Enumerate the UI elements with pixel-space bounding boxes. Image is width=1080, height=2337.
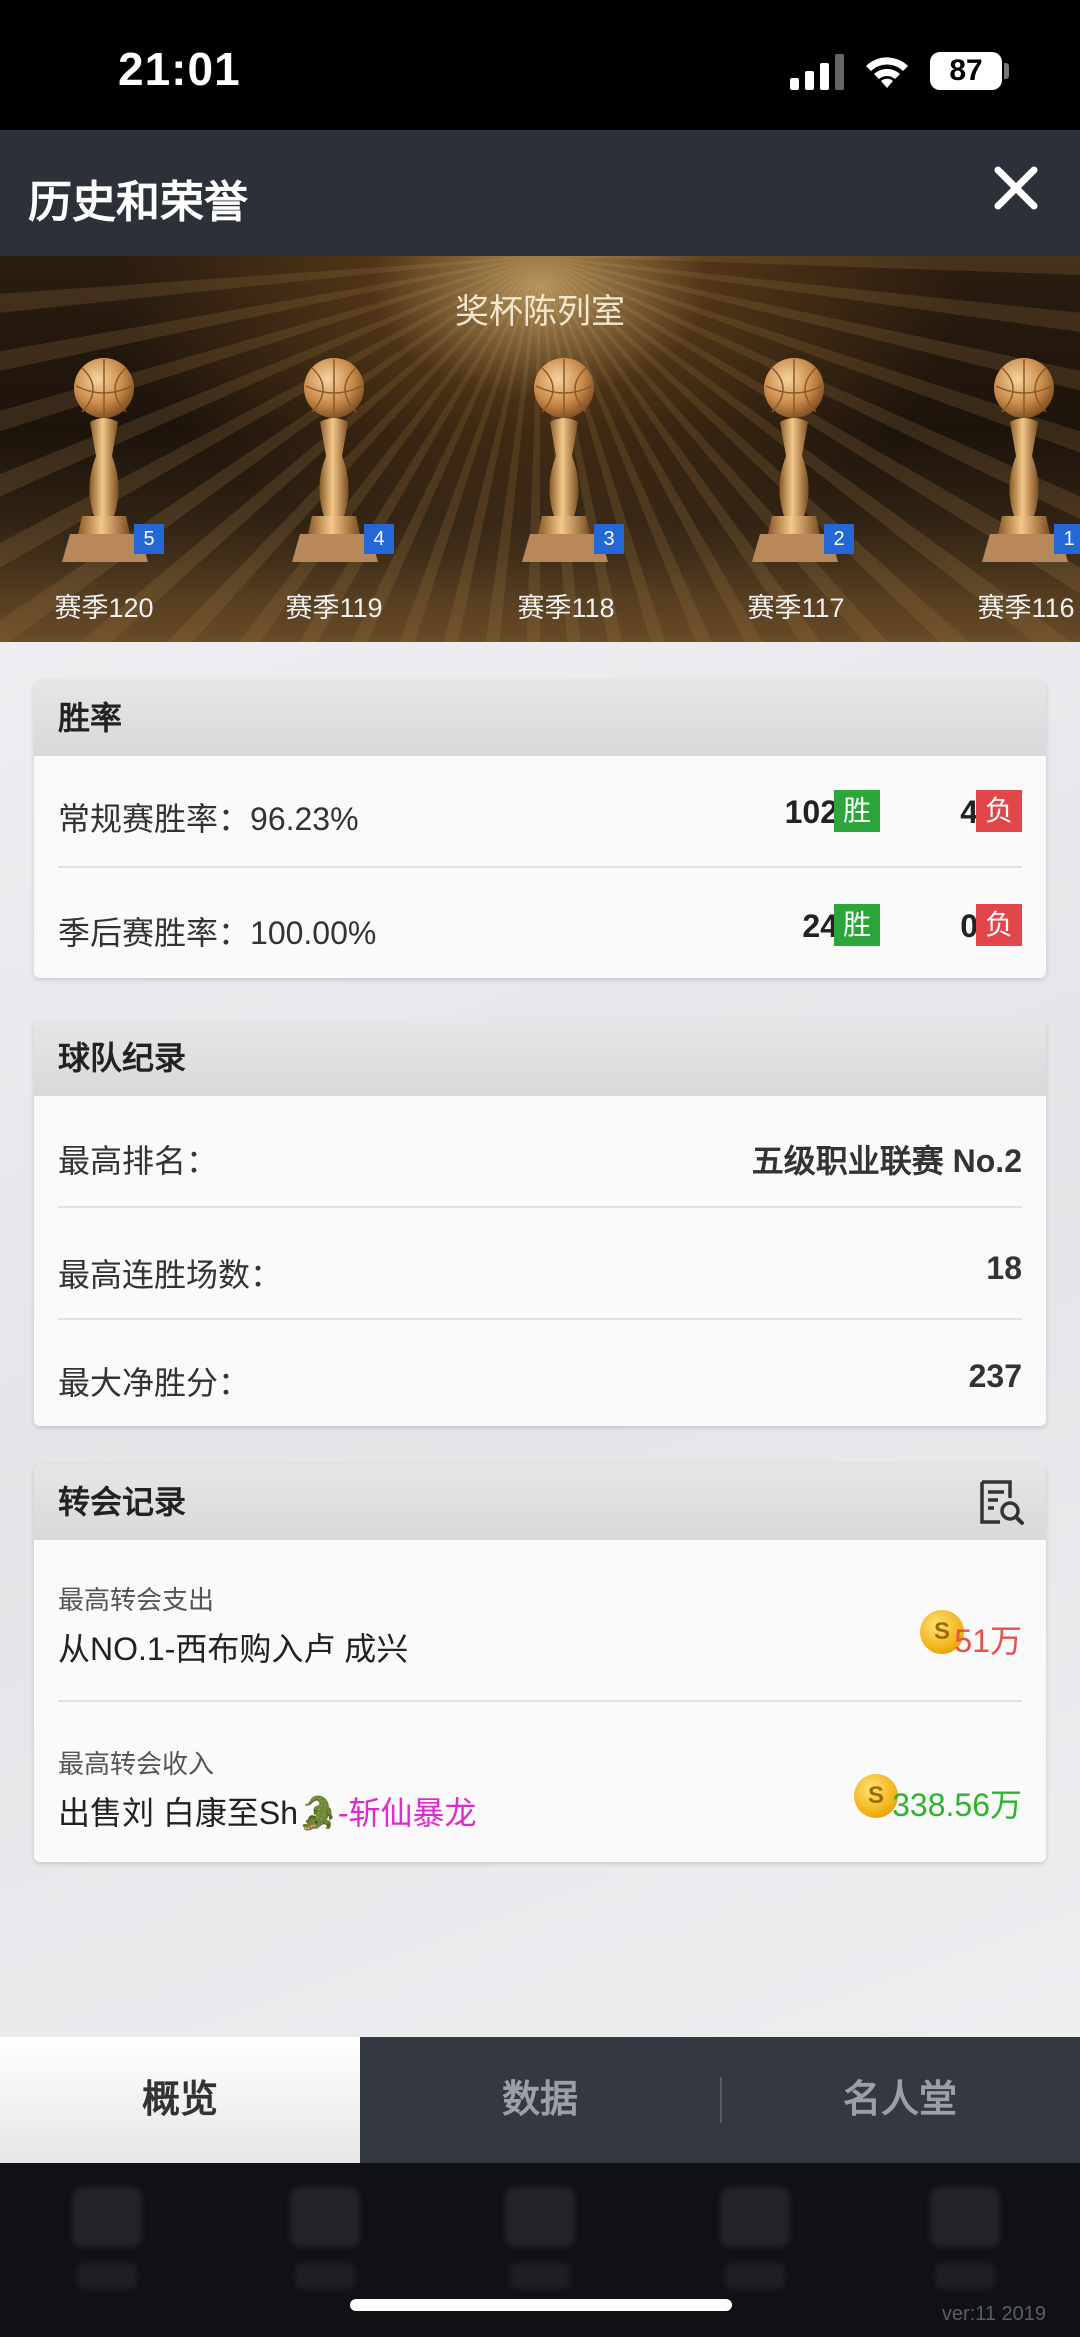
close-icon[interactable] <box>986 158 1046 218</box>
regular-wins: 102 <box>784 794 838 830</box>
overview-content: 胜率 常规赛胜率：96.23% 102 胜 4 负 季后赛胜率：100.00% … <box>0 642 1080 2037</box>
trophy-rank-badge: 5 <box>134 524 164 554</box>
season-label: 赛季116 <box>977 593 1075 623</box>
regular-season-row: 常规赛胜率：96.23% 102 胜 4 负 <box>58 756 1022 868</box>
winrate-card: 胜率 常规赛胜率：96.23% 102 胜 4 负 季后赛胜率：100.00% … <box>34 680 1046 978</box>
status-bar: 21:01 87 <box>0 0 1080 130</box>
blurred-nav-icon <box>72 2187 142 2247</box>
season-label: 赛季117 <box>747 593 845 623</box>
trophy-season-120[interactable]: 5 <box>52 356 164 586</box>
record-label: 最高连胜场数： <box>58 1257 283 1293</box>
record-label: 最高排名： <box>58 1143 219 1179</box>
trophy-season-116[interactable]: 1 <box>972 356 1080 586</box>
tab-data[interactable]: 数据 <box>360 2037 720 2163</box>
blurred-nav-icon <box>505 2187 575 2247</box>
win-tag: 胜 <box>834 904 880 946</box>
transfer-income-row: 最高转会收入 出售刘 白康至Sh🐊-斩仙暴龙 S 338.56万 <box>58 1702 1022 1860</box>
record-value: 五级职业联赛 No.2 <box>751 1143 1022 1179</box>
record-label: 最大净胜分： <box>58 1365 251 1401</box>
transfer-income-amount: 338.56万 <box>892 1787 1022 1823</box>
team-record-row: 最大净胜分： 237 <box>58 1320 1022 1426</box>
playoff-label: 季后赛胜率：100.00% <box>58 915 377 951</box>
bottom-tab-bar: 概览 数据 名人堂 <box>0 2037 1080 2163</box>
trophy-season-117[interactable]: 2 <box>742 356 854 586</box>
transfer-expense-label: 最高转会支出 <box>58 1585 215 1615</box>
season-label: 赛季118 <box>517 593 615 623</box>
playoff-wins: 24 <box>802 908 838 944</box>
season-label: 赛季119 <box>285 593 383 623</box>
team-record-row: 最高连胜场数： 18 <box>58 1208 1022 1320</box>
search-records-icon[interactable] <box>976 1478 1026 1528</box>
trophy-rank-badge: 2 <box>824 524 854 554</box>
version-text: ver:11 2019 <box>941 2303 1046 2325</box>
trophy-season-119[interactable]: 4 <box>282 356 394 586</box>
dragon-emoji: 🐊 <box>298 1795 338 1831</box>
cellular-signal-icon <box>790 54 844 90</box>
blurred-nav-label <box>295 2263 355 2289</box>
team-name-highlight: -斩仙暴龙 <box>337 1795 477 1831</box>
blurred-nav-label <box>725 2263 785 2289</box>
transfer-income-text: 出售刘 白康至Sh🐊-斩仙暴龙 <box>58 1795 477 1831</box>
wifi-icon <box>866 57 908 88</box>
regular-season-label: 常规赛胜率：96.23% <box>58 801 359 837</box>
transfer-expense-amount: 51万 <box>954 1623 1022 1659</box>
tab-overview[interactable]: 概览 <box>0 2037 360 2163</box>
transfer-record-header: 转会记录 <box>34 1464 1046 1540</box>
winrate-header: 胜率 <box>34 680 1046 756</box>
trophy-season-118[interactable]: 3 <box>512 356 624 586</box>
transfer-record-card: 转会记录 最高转会支出 从NO.1-西布购入卢 成兴 S 51万 最高转会收入 … <box>34 1464 1046 1862</box>
trophy-room-title: 奖杯陈列室 <box>455 293 625 331</box>
blurred-nav-label <box>935 2263 995 2289</box>
trophy-room-banner: 奖杯陈列室 5 赛季120 4 赛季119 3 赛季118 2 赛季117 1 … <box>0 256 1080 642</box>
playoff-losses: 0 <box>960 908 978 944</box>
team-record-card: 球队纪录 最高排名： 五级职业联赛 No.2 最高连胜场数： 18 最大净胜分：… <box>34 1020 1046 1426</box>
transfer-expense-row: 最高转会支出 从NO.1-西布购入卢 成兴 S 51万 <box>58 1540 1022 1702</box>
trophy-rank-badge: 3 <box>594 524 624 554</box>
loss-tag: 负 <box>976 904 1022 946</box>
battery-indicator: 87 <box>930 52 1002 90</box>
battery-tip <box>1004 63 1009 79</box>
team-record-row: 最高排名： 五级职业联赛 No.2 <box>58 1096 1022 1208</box>
team-record-header: 球队纪录 <box>34 1020 1046 1096</box>
season-label: 赛季120 <box>54 593 154 623</box>
trophy-rank-badge: 1 <box>1054 524 1080 554</box>
blurred-nav-icon <box>720 2187 790 2247</box>
win-tag: 胜 <box>834 790 880 832</box>
blurred-nav-label <box>77 2263 137 2289</box>
page-title: 历史和荣誉 <box>28 178 248 227</box>
loss-tag: 负 <box>976 790 1022 832</box>
blurred-nav-icon <box>930 2187 1000 2247</box>
record-value: 237 <box>968 1358 1022 1394</box>
blurred-nav-label <box>510 2263 570 2289</box>
home-indicator[interactable] <box>350 2299 732 2311</box>
playoff-row: 季后赛胜率：100.00% 24 胜 0 负 <box>58 868 1022 976</box>
transfer-income-label: 最高转会收入 <box>58 1749 215 1779</box>
record-value: 18 <box>986 1250 1022 1286</box>
blurred-nav-icon <box>290 2187 360 2247</box>
tab-hall-of-fame[interactable]: 名人堂 <box>720 2037 1080 2163</box>
trophy-rank-badge: 4 <box>364 524 394 554</box>
transfer-expense-text: 从NO.1-西布购入卢 成兴 <box>58 1631 409 1667</box>
regular-losses: 4 <box>960 794 978 830</box>
title-bar: 历史和荣誉 <box>0 130 1080 256</box>
status-time: 21:01 <box>118 43 241 95</box>
